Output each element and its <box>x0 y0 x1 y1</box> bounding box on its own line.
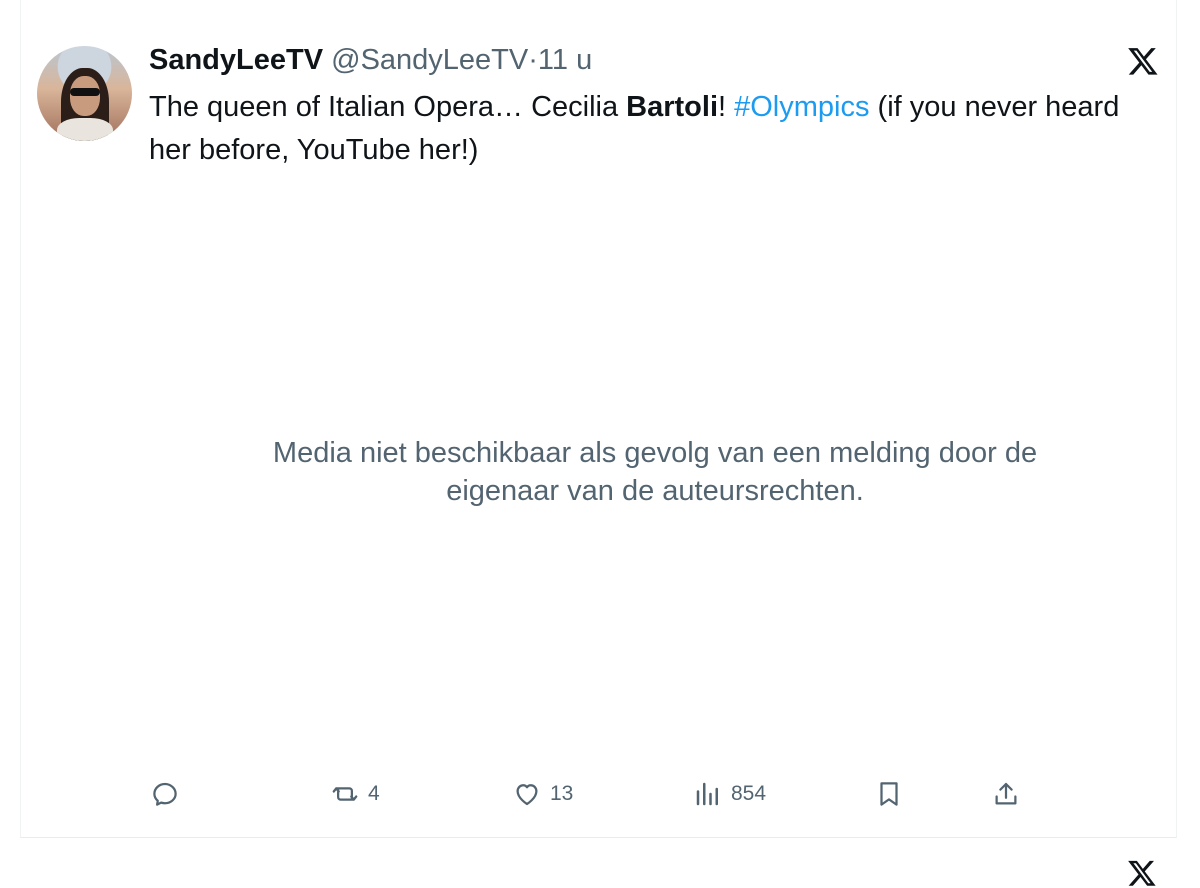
retweet-count: 4 <box>368 782 380 805</box>
reply-button[interactable] <box>150 779 180 809</box>
views-count: 854 <box>731 782 767 805</box>
like-button[interactable]: 13 <box>512 779 573 809</box>
reply-icon <box>153 782 177 806</box>
views-button[interactable]: 854 <box>693 779 766 809</box>
tweet-header: SandyLeeTV @SandyLeeTV·11 u <box>149 42 592 78</box>
bookmark-button[interactable] <box>874 779 904 809</box>
avatar[interactable] <box>37 46 132 141</box>
x-logo-icon[interactable] <box>1127 45 1159 77</box>
bookmark-icon <box>880 782 898 806</box>
like-count: 13 <box>550 782 574 805</box>
action-bar: 4 13 854 <box>0 779 1200 815</box>
heart-icon <box>516 784 538 806</box>
next-tweet-x-logo-icon[interactable] <box>1127 858 1157 888</box>
hashtag-link[interactable]: #Olympics <box>734 91 869 123</box>
share-icon <box>995 782 1017 805</box>
display-name[interactable]: SandyLeeTV <box>149 44 323 76</box>
share-button[interactable] <box>991 779 1021 809</box>
media-unavailable-notice: Media niet beschikbaar als gevolg van ee… <box>272 437 1038 507</box>
retweet-button[interactable]: 4 <box>330 779 380 809</box>
handle[interactable]: @SandyLeeTV <box>331 44 528 76</box>
bold-name: Bartoli <box>626 91 718 123</box>
tweet-text: The queen of Italian Opera… Cecilia Bart… <box>149 91 1120 166</box>
views-icon <box>696 782 718 806</box>
separator: · <box>528 44 538 76</box>
retweet-icon <box>332 787 358 801</box>
timestamp[interactable]: 11 u <box>538 44 592 76</box>
